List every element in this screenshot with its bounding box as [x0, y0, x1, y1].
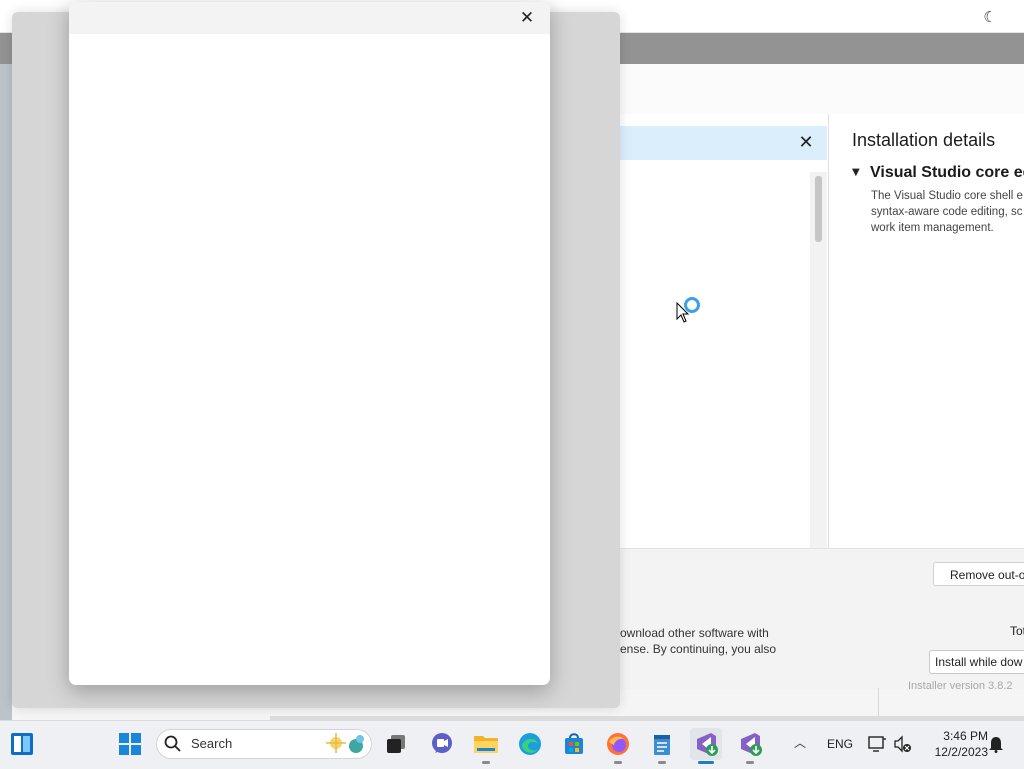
section-description: work item management.	[871, 222, 994, 234]
clock-time[interactable]: 3:46 PM	[938, 729, 988, 743]
notification-bell-icon[interactable]	[987, 735, 1005, 753]
info-bar	[620, 126, 827, 160]
installer-tab-area	[620, 64, 1024, 115]
task-view-icon[interactable]	[380, 728, 412, 760]
license-text: ense. By continuing, you also	[620, 642, 777, 656]
section-description: syntax-aware code editing, sc	[871, 206, 1023, 218]
details-title: Installation details	[852, 130, 996, 150]
section-title[interactable]: Visual Studio core edi	[870, 164, 1024, 182]
clock-date[interactable]: 12/2/2023	[924, 745, 988, 759]
start-icon[interactable]	[114, 728, 146, 760]
running-indicator	[614, 761, 622, 764]
search-highlight-icon	[326, 733, 364, 753]
install-mode-dropdown[interactable]: Install while dow	[929, 650, 1024, 674]
caret-down-icon[interactable]: ▼	[852, 167, 862, 179]
workloads-panel	[620, 114, 829, 548]
remove-out-of-support-button[interactable]: Remove out-o	[933, 562, 1024, 586]
store-icon[interactable]	[558, 728, 590, 760]
section-description: The Visual Studio core shell e	[871, 190, 1023, 202]
file-explorer-icon[interactable]	[470, 728, 502, 760]
chevron-up-icon[interactable]: ︿	[792, 735, 808, 751]
language-indicator[interactable]: ENG	[827, 737, 853, 751]
scrollbar-thumb[interactable]	[815, 176, 822, 242]
total-size-label: Tot	[1010, 624, 1024, 638]
active-indicator	[698, 761, 714, 764]
widgets-icon[interactable]	[6, 728, 38, 760]
background-window-edge	[0, 64, 12, 720]
visual-studio-installer-icon[interactable]	[690, 728, 722, 760]
chat-icon[interactable]	[426, 728, 458, 760]
notepad-icon[interactable]	[646, 728, 678, 760]
running-indicator	[746, 761, 754, 764]
close-icon[interactable]: ✕	[516, 8, 538, 28]
volume-muted-icon[interactable]	[892, 734, 912, 754]
dialog-titlebar	[69, 2, 550, 34]
firefox-icon[interactable]	[602, 728, 634, 760]
close-icon[interactable]: ✕	[797, 134, 815, 152]
installer-version: Installer version 3.8.2	[908, 680, 1013, 692]
visual-studio-icon[interactable]	[734, 728, 766, 760]
network-icon[interactable]	[867, 734, 887, 754]
running-indicator	[482, 761, 490, 764]
search-icon	[164, 735, 181, 752]
busy-spinner-icon	[684, 297, 700, 313]
edge-icon[interactable]	[514, 728, 546, 760]
dialog-window: ✕	[69, 2, 550, 685]
running-indicator	[658, 761, 666, 764]
license-text: ownload other software with	[620, 626, 769, 640]
search-placeholder: Search	[191, 736, 233, 751]
moon-icon[interactable]: ☾	[980, 7, 1000, 27]
